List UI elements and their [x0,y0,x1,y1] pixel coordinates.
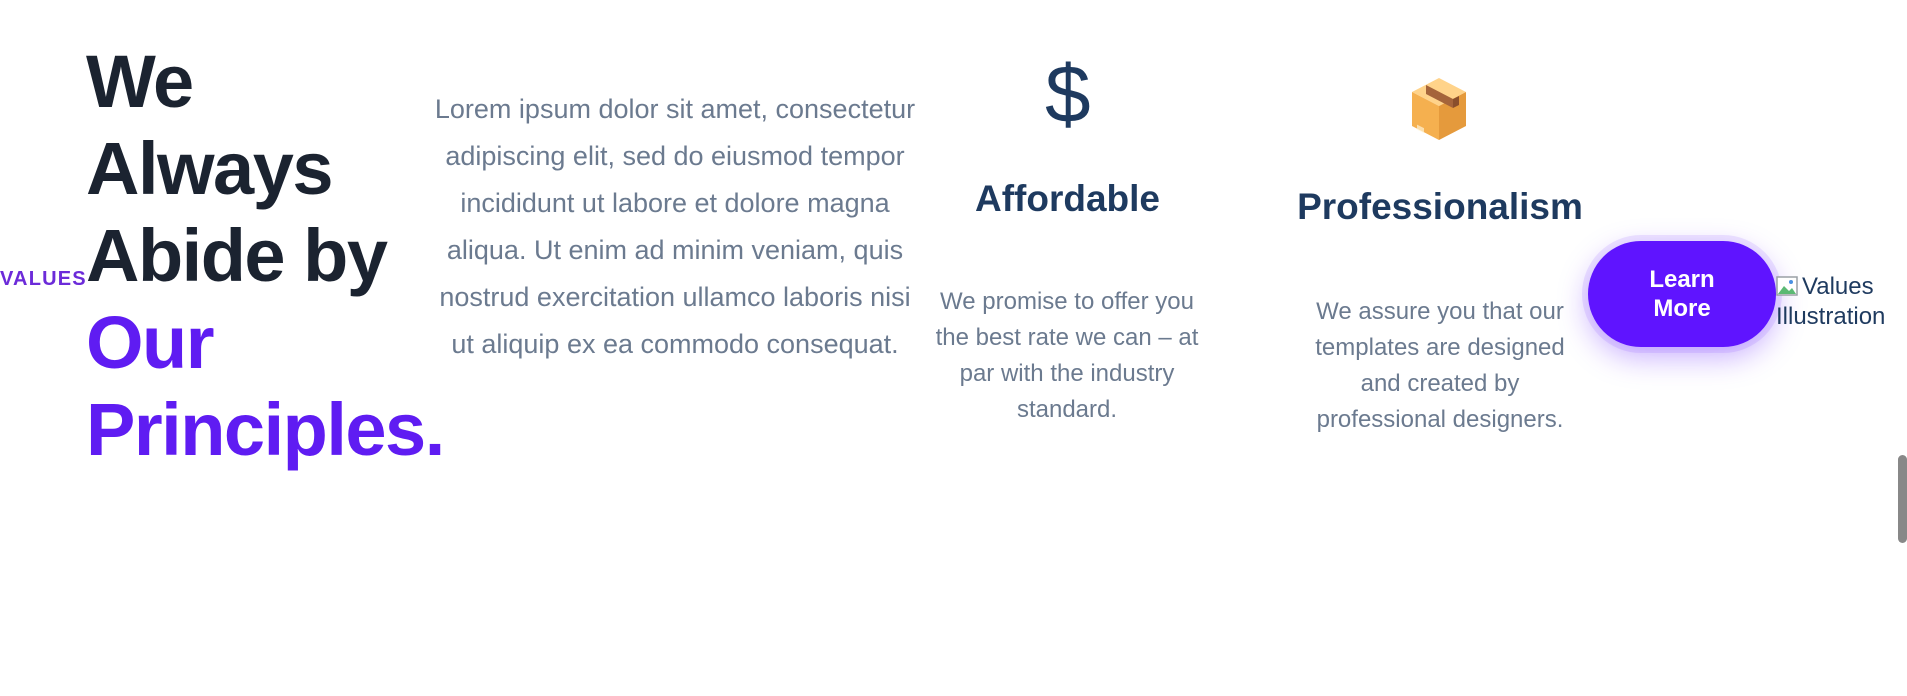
headline-line: Abide by [86,214,388,297]
scrollbar-thumb[interactable] [1898,455,1907,543]
values-illustration-image: Values Illustration [1776,272,1907,332]
section-eyebrow: VALUES [0,268,87,290]
learn-more-button[interactable]: Learn More [1588,241,1776,347]
intro-paragraph: Lorem ipsum dolor sit amet, consectetur … [434,94,916,359]
package-box-icon [1412,78,1466,140]
headline-line: We [86,40,194,123]
card-description-affordable: We promise to offer you the best rate we… [935,288,1199,423]
card-description-professionalism: We assure you that our templates are des… [1315,298,1565,433]
headline-line: Always [86,127,334,210]
card-title-professionalism: Professionalism [1297,186,1583,227]
headline-accent-line: Principles. [86,388,445,471]
card-title-affordable: Affordable [975,178,1160,219]
headline-accent-line: Our [86,301,215,384]
dollar-icon: $ [1045,49,1091,140]
section-headline: We Always Abide by Our Principles. [86,38,446,473]
broken-image-icon [1776,276,1798,296]
